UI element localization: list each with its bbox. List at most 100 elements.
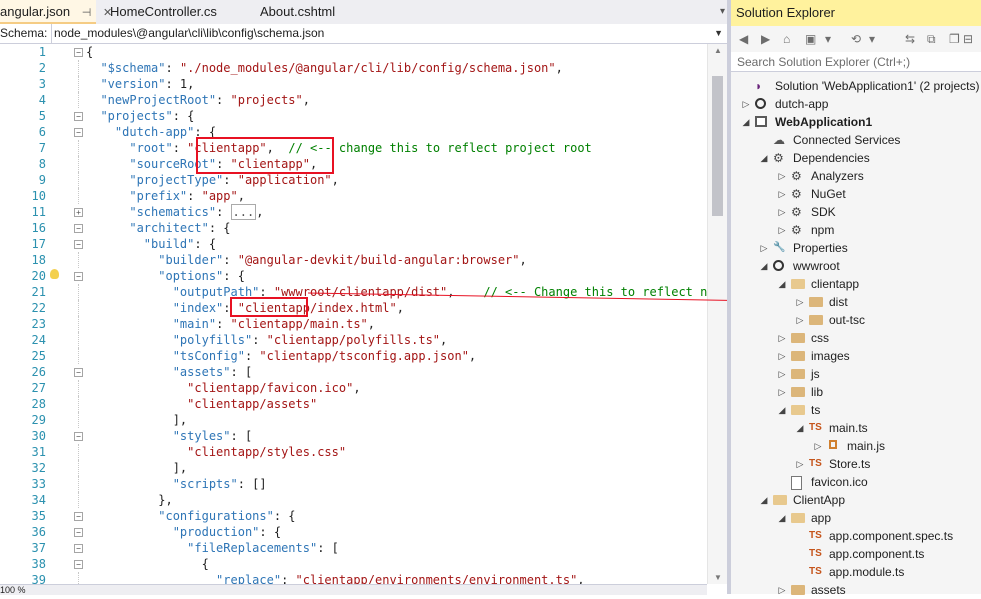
code-line[interactable]: 36 − "production": { <box>0 524 707 540</box>
expand-arrow-icon[interactable]: ▷ <box>777 365 787 383</box>
code-line[interactable]: 33 "scripts": [] <box>0 476 707 492</box>
code-line[interactable]: 5 − "projects": { <box>0 108 707 124</box>
pin-icon[interactable]: ⊣ <box>82 7 92 19</box>
schema-dropdown[interactable]: node_modules\@angular\cli\lib\config\sch… <box>51 24 727 43</box>
collapse-arrow-icon[interactable]: ◢ <box>759 257 769 275</box>
collapse-arrow-icon[interactable]: ◢ <box>777 401 787 419</box>
expand-arrow-icon[interactable]: ▷ <box>777 221 787 239</box>
dropdown-icon[interactable]: ▾ <box>825 32 831 46</box>
collapse-icon[interactable]: − <box>74 432 83 441</box>
scrollbar-thumb[interactable] <box>712 76 723 216</box>
tree-item[interactable]: ▷ js <box>731 365 981 383</box>
code-line[interactable]: 2 "$schema": "./node_modules/@angular/cl… <box>0 60 707 76</box>
code-line[interactable]: 37 − "fileReplacements": [ <box>0 540 707 556</box>
lightbulb-icon[interactable] <box>50 269 59 279</box>
scroll-up-icon[interactable]: ▲ <box>714 46 722 55</box>
tree-item[interactable]: ▷ ⚙ NuGet <box>731 185 981 203</box>
code-line[interactable]: 3 "version": 1, <box>0 76 707 92</box>
code-line[interactable]: 25 "tsConfig": "clientapp/tsconfig.app.j… <box>0 348 707 364</box>
collapse-arrow-icon[interactable]: ◢ <box>777 509 787 527</box>
code-line[interactable]: 11 + "schematics": ..., <box>0 204 707 220</box>
tree-item[interactable]: ◢ ⚙ Dependencies <box>731 149 981 167</box>
code-line[interactable]: 23 "main": "clientapp/main.ts", <box>0 316 707 332</box>
collapse-icon[interactable]: − <box>74 112 83 121</box>
collapse-icon[interactable]: − <box>74 560 83 569</box>
tree-item[interactable]: ◢ wwwroot <box>731 257 981 275</box>
code-line[interactable]: 28 "clientapp/assets" <box>0 396 707 412</box>
vertical-scrollbar[interactable]: ▲ ▼ <box>707 44 728 584</box>
collapse-icon[interactable]: − <box>74 528 83 537</box>
tab-about-cshtml[interactable]: About.cshtml <box>252 0 343 24</box>
tree-item[interactable]: ▷ lib <box>731 383 981 401</box>
code-line[interactable]: 1 −{ <box>0 44 707 60</box>
code-line[interactable]: 35 − "configurations": { <box>0 508 707 524</box>
expand-arrow-icon[interactable]: ▷ <box>777 203 787 221</box>
code-line[interactable]: 7 "root": "clientapp", // <-- change thi… <box>0 140 707 156</box>
collapse-arrow-icon[interactable]: ◢ <box>795 419 805 437</box>
sync-icon[interactable]: ▣ <box>805 32 816 46</box>
tree-item[interactable]: ◢ ClientApp <box>731 491 981 509</box>
code-line[interactable]: 32 ], <box>0 460 707 476</box>
code-line[interactable]: 22 "index": "clientapp/index.html", <box>0 300 707 316</box>
tree-item[interactable]: ▷ 🔧 Properties <box>731 239 981 257</box>
expand-icon[interactable]: + <box>74 208 83 217</box>
tree-item[interactable]: TS app.module.ts <box>731 563 981 581</box>
code-line[interactable]: 29 ], <box>0 412 707 428</box>
code-line[interactable]: 20 − "options": { <box>0 268 707 284</box>
code-line[interactable]: 17 − "build": { <box>0 236 707 252</box>
tree-item[interactable]: ▷ ⚙ npm <box>731 221 981 239</box>
expand-arrow-icon[interactable]: ▷ <box>777 347 787 365</box>
code-editor[interactable]: angular.json ⊣ ✕ HomeController.cs About… <box>0 0 728 595</box>
tree-item[interactable]: ◢ app <box>731 509 981 527</box>
properties-icon[interactable]: ⊟ <box>963 32 973 46</box>
collapse-arrow-icon[interactable]: ◢ <box>759 491 769 509</box>
code-line[interactable]: 16 − "architect": { <box>0 220 707 236</box>
collapse-all-icon[interactable]: ❐ <box>949 32 960 46</box>
code-line[interactable]: 10 "prefix": "app", <box>0 188 707 204</box>
code-line[interactable]: 6− "dutch-app": { <box>0 124 707 140</box>
expand-arrow-icon[interactable]: ▷ <box>777 167 787 185</box>
tree-item[interactable]: ▷ TS Store.ts <box>731 455 981 473</box>
tree-item[interactable]: ▷ out-tsc <box>731 311 981 329</box>
expand-arrow-icon[interactable]: ▷ <box>759 239 769 257</box>
expand-arrow-icon[interactable]: ▷ <box>777 383 787 401</box>
scroll-down-icon[interactable]: ▼ <box>714 573 722 582</box>
tree-item[interactable]: ◢ clientapp <box>731 275 981 293</box>
tree-item[interactable]: ▷ dist <box>731 293 981 311</box>
back-icon[interactable]: ◀ <box>739 32 748 46</box>
code-line[interactable]: 30 − "styles": [ <box>0 428 707 444</box>
collapse-icon[interactable]: − <box>74 272 83 281</box>
code-line[interactable]: 26 − "assets": [ <box>0 364 707 380</box>
tree-item[interactable]: ▷ ⚙ Analyzers <box>731 167 981 185</box>
collapse-icon[interactable]: − <box>74 240 83 249</box>
tree-item[interactable]: ▷ css <box>731 329 981 347</box>
code-line[interactable]: 8 "sourceRoot": "clientapp", <box>0 156 707 172</box>
expand-arrow-icon[interactable]: ▷ <box>741 95 751 113</box>
code-line[interactable]: 31 "clientapp/styles.css" <box>0 444 707 460</box>
collapse-icon[interactable]: − <box>74 128 83 137</box>
tree-item[interactable]: TS app.component.spec.ts <box>731 527 981 545</box>
code-line[interactable]: 38 − { <box>0 556 707 572</box>
expand-arrow-icon[interactable]: ▷ <box>777 581 787 599</box>
tree-item[interactable]: ▷ images <box>731 347 981 365</box>
expand-arrow-icon[interactable]: ▷ <box>795 455 805 473</box>
home-icon[interactable]: ⌂ <box>783 32 790 46</box>
tree-item[interactable]: ◢ ts <box>731 401 981 419</box>
collapse-arrow-icon[interactable]: ◢ <box>741 113 751 131</box>
switch-views-icon[interactable]: ⇆ <box>905 32 915 46</box>
tree-item[interactable]: TS app.component.ts <box>731 545 981 563</box>
expand-arrow-icon[interactable]: ▷ <box>777 185 787 203</box>
code-line[interactable]: 9 "projectType": "application", <box>0 172 707 188</box>
forward-icon[interactable]: ▶ <box>761 32 770 46</box>
code-line[interactable]: 4 "newProjectRoot": "projects", <box>0 92 707 108</box>
collapse-arrow-icon[interactable]: ◢ <box>759 149 769 167</box>
code-line[interactable]: 27 "clientapp/favicon.ico", <box>0 380 707 396</box>
code-area[interactable]: 1−{2 "$schema": "./node_modules/@angular… <box>0 44 707 584</box>
dropdown-icon[interactable]: ▾ <box>869 32 875 46</box>
collapse-arrow-icon[interactable]: ◢ <box>777 275 787 293</box>
tab-angular-json[interactable]: angular.json ⊣ ✕ <box>0 0 112 24</box>
tree-item[interactable]: ▷ dutch-app <box>731 95 981 113</box>
collapse-icon[interactable]: − <box>74 544 83 553</box>
expand-arrow-icon[interactable]: ▷ <box>813 437 823 455</box>
history-icon[interactable]: ⟲ <box>851 32 861 46</box>
